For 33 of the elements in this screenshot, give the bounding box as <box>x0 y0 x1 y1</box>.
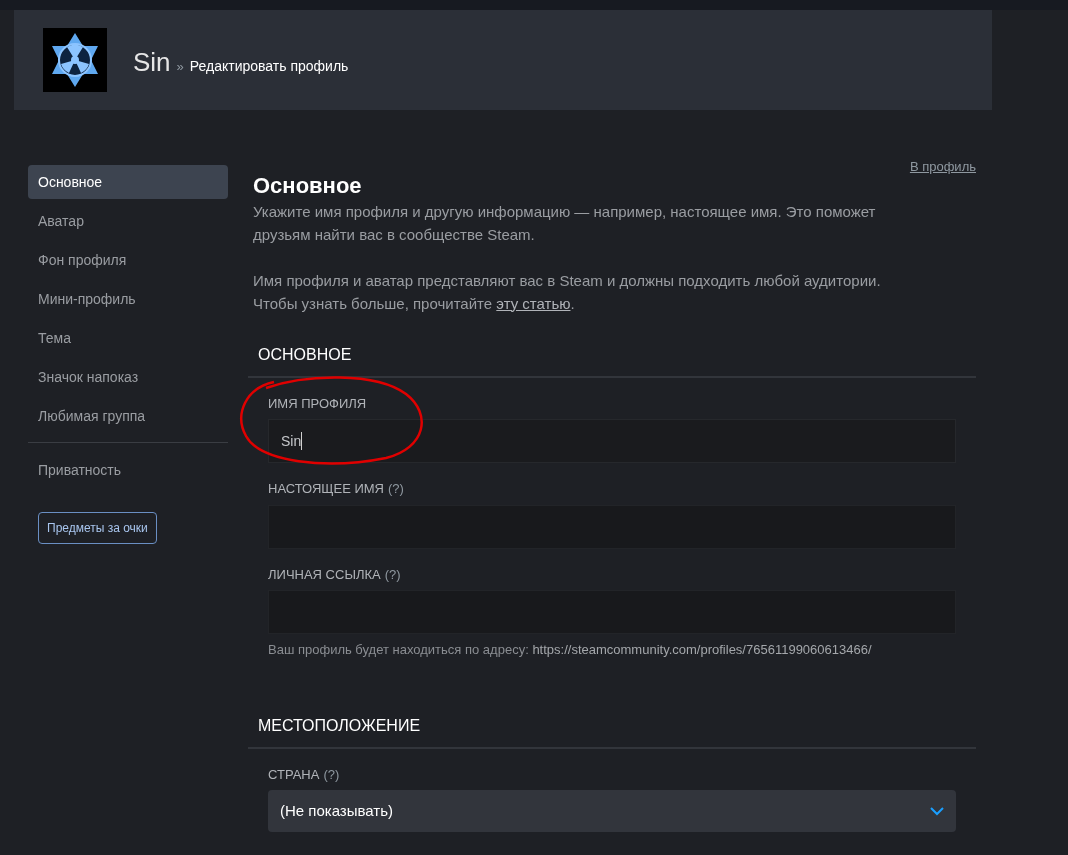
breadcrumb-separator: » <box>176 57 184 76</box>
sidebar-item[interactable]: Любимая группа <box>28 399 228 433</box>
dropdown-value: (Не показывать) <box>280 800 394 821</box>
field-label: НАСТОЯЩЕЕ ИМЯ <box>268 480 384 498</box>
points-shop-button[interactable]: Предметы за очки <box>38 512 157 544</box>
avatar-icon <box>43 28 107 92</box>
note-text: Имя профиля и аватар представляют вас в Steam и должны подходить любой аудитории. Чтобы узнать больше, прочитайте эту статью. <box>253 270 882 314</box>
sidebar-item[interactable]: Приватность <box>28 453 228 487</box>
page-subtitle: Редактировать профиль <box>189 56 349 76</box>
help-mark[interactable]: (?) <box>323 764 340 784</box>
input-value: Sin <box>281 431 302 451</box>
chevron-down-icon <box>930 806 944 816</box>
profile-link[interactable]: В профиль <box>909 157 976 177</box>
intro-text: Укажите имя профиля и другую информацию — например, настоящее имя. Это поможет друзьям найти вас в сообществе Steam. <box>253 201 877 245</box>
help-mark[interactable]: (?) <box>384 564 401 584</box>
profile-name: Sin <box>133 45 171 79</box>
field-label: ЛИЧНАЯ ССЫЛКА <box>268 565 381 584</box>
field-label: СТРАНА <box>268 765 320 784</box>
sidebar-item[interactable]: Аватар <box>28 204 228 238</box>
text-input-field[interactable]: Sin <box>268 419 956 463</box>
profile-url-hint: Ваш профиль будет находиться по адресу: https://steamcommunity.com/profiles/76561199060613466/ <box>268 641 873 659</box>
help-mark[interactable]: (?) <box>388 479 404 499</box>
field-label: ИМЯ ПРОФИЛЯ <box>268 394 367 413</box>
page-title: Основное <box>253 172 363 199</box>
article-link[interactable]: эту статью <box>496 294 571 312</box>
section-heading: ОСНОВНОЕ <box>257 344 353 365</box>
sidebar-item[interactable]: Фон профиля <box>28 243 228 277</box>
sidebar-item[interactable]: Значок напоказ <box>28 360 228 394</box>
country-dropdown[interactable]: (Не показывать) <box>268 790 956 832</box>
sidebar-item[interactable]: Мини-профиль <box>28 282 228 316</box>
section-heading: МЕСТОПОЛОЖЕНИЕ <box>257 715 422 736</box>
sidebar-item[interactable]: Основное <box>28 165 228 199</box>
sidebar-item[interactable]: Тема <box>28 321 228 355</box>
